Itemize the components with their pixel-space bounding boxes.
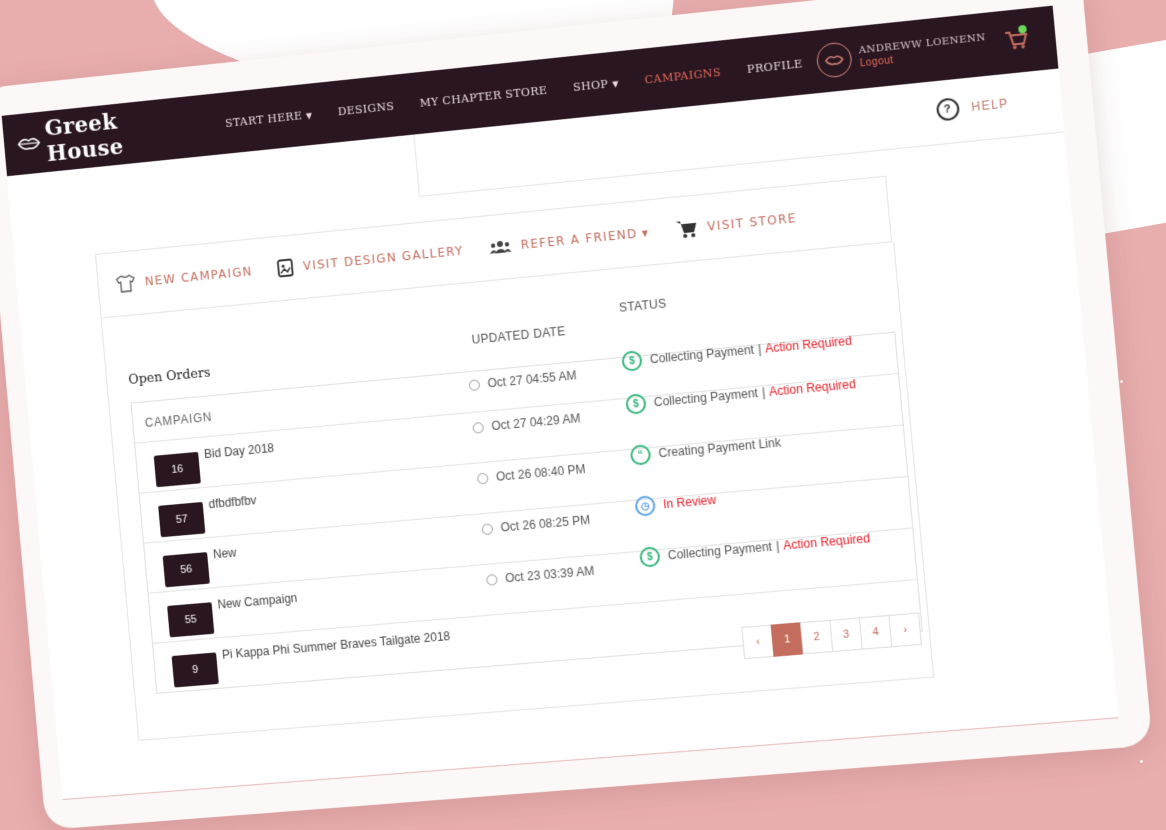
lips-icon (824, 53, 843, 67)
campaign-number: 57 (158, 501, 206, 538)
dollar-icon: $ (621, 350, 643, 372)
action-required-link[interactable]: Action Required (768, 377, 856, 399)
nav-campaigns[interactable]: CAMPAIGNS (644, 65, 721, 86)
updated-date: Oct 26 08:25 PM (481, 513, 591, 536)
orders-title: Open Orders (127, 365, 212, 388)
clock-icon (476, 472, 489, 484)
clock-icon (472, 421, 485, 434)
updated-date: Oct 27 04:55 AM (468, 368, 577, 392)
campaign-name[interactable]: New Campaign (217, 591, 298, 612)
tshirt-icon (115, 274, 136, 294)
clock-icon (481, 522, 494, 535)
background-speck (1140, 760, 1143, 763)
cart-button[interactable] (1004, 24, 1029, 54)
updated-date: Oct 23 03:39 AM (485, 564, 595, 587)
action-required-link[interactable]: Action Required (765, 334, 853, 356)
new-campaign-button[interactable]: NEW CAMPAIGN (115, 262, 253, 293)
updated-date: Oct 26 08:40 PM (476, 462, 586, 486)
cart-icon (675, 219, 697, 239)
caret-down-icon: ▼ (611, 78, 620, 89)
visit-design-gallery-button[interactable]: VISIT DESIGN GALLERY (277, 242, 464, 278)
clock-icon (485, 573, 498, 586)
nav-start-here[interactable]: START HERE ▼ (225, 108, 313, 130)
campaign-name[interactable]: dfbdfbfbv (208, 493, 257, 511)
quote-icon: “ (629, 444, 652, 466)
app-screen: Greek House START HERE ▼ DESIGNS MY CHAPT… (1, 5, 1119, 801)
brand-name: Greek House (43, 108, 125, 168)
nav-designs[interactable]: DESIGNS (337, 99, 394, 118)
col-campaign: CAMPAIGN (144, 409, 213, 430)
help-link[interactable]: ? HELP (935, 92, 1010, 122)
page-4-button[interactable]: 4 (858, 614, 893, 650)
clock-icon (468, 378, 481, 391)
open-orders-panel: Open Orders UPDATED DATE STATUS CAMPAIGN… (100, 242, 935, 741)
clock-icon: ◷ (634, 495, 657, 517)
visit-store-button[interactable]: VISIT STORE (674, 208, 797, 240)
refer-friend-button[interactable]: REFER A FRIEND ▼ (488, 225, 650, 255)
cart-badge (1017, 24, 1027, 34)
avatar[interactable] (815, 41, 853, 79)
caret-down-icon: ▼ (305, 110, 313, 121)
col-updated-date: UPDATED DATE (471, 324, 567, 347)
campaign-number: 55 (167, 602, 215, 638)
campaign-number: 16 (153, 451, 201, 488)
dollar-icon: $ (624, 393, 647, 415)
caret-down-icon: ▼ (641, 227, 650, 238)
nav-profile[interactable]: PROFILE (746, 57, 803, 76)
background-speck (1120, 380, 1123, 383)
campaign-number: 56 (162, 552, 210, 588)
action-required-link[interactable]: Action Required (783, 531, 871, 552)
page-1-button[interactable]: 1 (770, 622, 804, 657)
campaign-name[interactable]: New (212, 546, 236, 562)
users-icon (489, 241, 512, 255)
col-status: STATUS (618, 296, 668, 315)
user-block: ANDREWW LOENENN Logout (815, 27, 988, 79)
campaign-number: 9 (171, 652, 219, 688)
status-cell: $ Collecting Payment | Action Required (621, 331, 853, 372)
laptop-mockup: Greek House START HERE ▼ DESIGNS MY CHAPT… (0, 0, 1153, 830)
campaign-name[interactable]: Bid Day 2018 (204, 441, 275, 461)
lips-icon (17, 136, 41, 152)
updated-date: Oct 27 04:29 AM (472, 411, 581, 435)
nav-shop[interactable]: SHOP ▼ (572, 76, 619, 94)
page-next-button[interactable]: › (888, 612, 922, 648)
question-circle-icon: ? (935, 97, 961, 122)
page-3-button[interactable]: 3 (829, 617, 863, 653)
image-file-icon (277, 258, 294, 277)
page-2-button[interactable]: 2 (799, 619, 834, 655)
page-prev-button[interactable]: ‹ (741, 624, 775, 660)
dollar-icon: $ (638, 546, 661, 568)
nav-my-chapter-store[interactable]: MY CHAPTER STORE (419, 83, 548, 109)
